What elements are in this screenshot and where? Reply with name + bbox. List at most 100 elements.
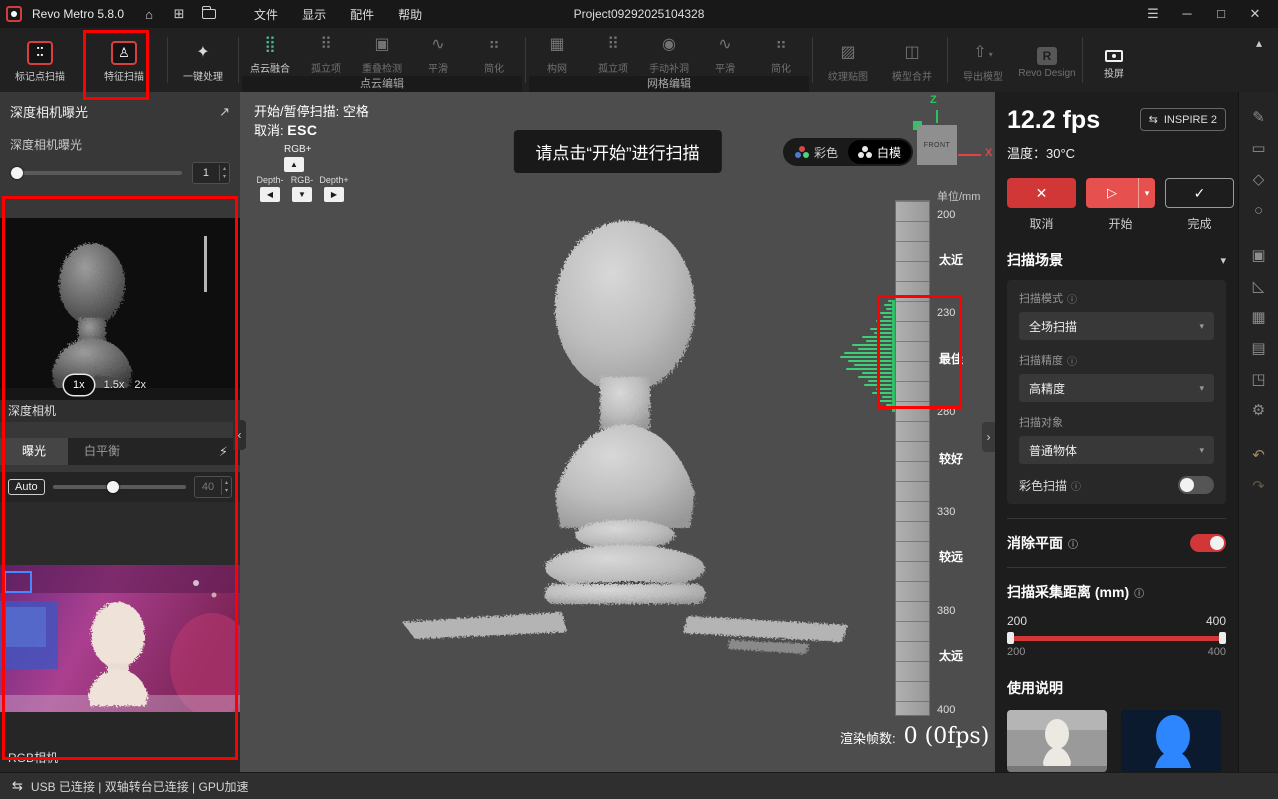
mesh-fill-hole-button[interactable]: ◉ 手动补洞 xyxy=(641,30,697,75)
undo-icon[interactable]: ↶ xyxy=(1252,448,1265,464)
usage-model-thumbnail[interactable] xyxy=(1121,710,1221,772)
toggle-color-option[interactable]: 彩色 xyxy=(785,140,848,164)
rgb-exposure-knob[interactable] xyxy=(107,481,119,493)
scan-mode-select[interactable]: 全场扫描 ▾ xyxy=(1019,312,1214,340)
dpad-down-label: RGB- xyxy=(291,175,314,185)
spinner-up-icon[interactable]: ▴ xyxy=(222,479,231,487)
scan-object-select[interactable]: 普通物体 ▾ xyxy=(1019,436,1214,464)
dpad-down-button[interactable]: ▼ xyxy=(292,187,312,202)
pc-fusion-button[interactable]: ⣿ 点云融合 xyxy=(242,30,298,75)
one-click-process-button[interactable]: ✦ 一键处理 xyxy=(171,38,235,83)
tune-icon[interactable]: ☰ xyxy=(1136,0,1170,28)
hint-start: 开始/暂停扫描: 空格 xyxy=(254,102,369,121)
dpad-up-button[interactable]: ▲ xyxy=(284,157,304,172)
marker-scan-button[interactable]: ⠭ 标记点扫描 xyxy=(8,38,72,83)
auto-exposure-button[interactable]: Auto xyxy=(8,479,45,495)
select-arrow-icon: ▾ xyxy=(1199,321,1204,332)
view-cube[interactable]: FRONT xyxy=(917,125,957,165)
cancel-scan-button[interactable]: ✕ xyxy=(1007,178,1076,208)
distance-track[interactable] xyxy=(1007,632,1226,644)
collapse-left-panel-handle[interactable]: ‹ xyxy=(233,420,246,450)
mesh-simplify-button[interactable]: ⠶ 简化 xyxy=(753,30,809,75)
close-button[interactable]: ✕ xyxy=(1238,0,1272,28)
spinner-down-icon[interactable]: ▾ xyxy=(220,173,229,181)
revo-design-button[interactable]: R Revo Design xyxy=(1015,41,1079,79)
spinner-down-icon[interactable]: ▾ xyxy=(222,487,231,495)
info-icon: ⓘ xyxy=(1067,353,1077,368)
device-badge[interactable]: ⇆ INSPIRE 2 xyxy=(1140,108,1226,131)
clipboard-icon[interactable]: ▤ xyxy=(1251,341,1265,357)
pc-simplify-button[interactable]: ⠶ 简化 xyxy=(466,30,522,75)
maximize-button[interactable]: □ xyxy=(1204,0,1238,28)
hist-zone: 较好 xyxy=(939,450,979,467)
redo-icon[interactable]: ↷ xyxy=(1252,479,1265,495)
pc-smooth-button[interactable]: ∿ 平滑 xyxy=(410,30,466,75)
depth-exposure-knob[interactable] xyxy=(11,167,23,179)
model-merge-button[interactable]: ◫ 模型合并 xyxy=(880,38,944,83)
texture-map-button[interactable]: ▨ 纹理贴图 xyxy=(816,38,880,83)
menu-display[interactable]: 显示 xyxy=(290,2,338,27)
pc-overlap-button[interactable]: ▣ 重叠检测 xyxy=(354,30,410,75)
zoom-1x-button[interactable]: 1x xyxy=(64,375,94,395)
scan-scene-title: 扫描场景 xyxy=(1007,250,1063,270)
collapse-right-panel-handle[interactable]: › xyxy=(982,422,995,452)
viewport-3d[interactable]: 开始/暂停扫描: 空格 取消: ESC RGB+ ▲ Depth- ◀ RGB-… xyxy=(240,92,995,772)
mesh-build-button[interactable]: ▦ 构网 xyxy=(529,30,585,75)
home-icon[interactable]: ⌂ xyxy=(136,3,162,25)
tab-white-balance[interactable]: 白平衡 xyxy=(68,438,136,465)
menu-file[interactable]: 文件 xyxy=(242,2,290,27)
usage-photo-thumbnail[interactable] xyxy=(1007,710,1107,772)
tab-exposure[interactable]: 曝光 xyxy=(0,438,68,465)
crop-plane-icon[interactable]: ▣ xyxy=(1251,248,1265,264)
start-scan-button[interactable]: ▷ ▾ xyxy=(1086,178,1155,208)
scan-accuracy-select[interactable]: 高精度 ▾ xyxy=(1019,374,1214,402)
popout-icon[interactable]: ↗ xyxy=(219,104,230,120)
toggle-white-option[interactable]: 白模 xyxy=(848,140,911,164)
start-label: 开始 xyxy=(1108,215,1132,232)
complete-scan-button[interactable]: ✓ xyxy=(1165,178,1234,208)
render-frames-label: 渲染帧数: xyxy=(840,728,896,747)
minimize-button[interactable]: ─ xyxy=(1170,0,1204,28)
distance-min-handle[interactable] xyxy=(1007,632,1014,644)
menu-accessories[interactable]: 配件 xyxy=(338,2,386,27)
rgb-exposure-controls: Auto 40 ▴ ▾ xyxy=(0,472,240,502)
lasso-select-icon[interactable]: ✎ xyxy=(1252,110,1265,126)
spinner-up-icon[interactable]: ▴ xyxy=(220,165,229,173)
texture-edit-icon[interactable]: ▦ xyxy=(1251,310,1265,326)
rgb-exposure-slider[interactable] xyxy=(53,485,186,489)
turntable-settings-icon[interactable]: ⚙ xyxy=(1252,403,1265,419)
color-scan-toggle[interactable] xyxy=(1178,476,1214,494)
duplicate-icon[interactable]: ◳ xyxy=(1251,372,1265,388)
menu-help[interactable]: 帮助 xyxy=(386,2,434,27)
toolbar-collapse-icon[interactable]: ▴ xyxy=(1240,28,1278,58)
complete-label: 完成 xyxy=(1187,215,1211,232)
remove-plane-toggle[interactable] xyxy=(1190,534,1226,552)
shortcut-hints: 开始/暂停扫描: 空格 取消: ESC xyxy=(254,102,369,140)
scan-settings-panel: 12.2 fps ⇆ INSPIRE 2 温度：30°C ✕ 取消 ▷ ▾ 开始… xyxy=(995,92,1238,772)
scan-scene-card: 扫描模式 ⓘ 全场扫描 ▾ 扫描精度 ⓘ 高精度 ▾ 扫描对象 普通物体 ▾ 彩… xyxy=(1007,280,1226,504)
feature-scan-button[interactable]: ♙ 特征扫描 xyxy=(92,38,156,83)
rect-select-icon[interactable]: ▭ xyxy=(1251,141,1265,157)
start-more-icon[interactable]: ▾ xyxy=(1138,178,1155,208)
mesh-isolated-button[interactable]: ⠿ 孤立项 xyxy=(585,30,641,75)
ellipse-select-icon[interactable]: ○ xyxy=(1254,203,1263,219)
cast-screen-button[interactable]: 投屏 xyxy=(1086,41,1142,80)
mesh-build-icon: ▦ xyxy=(549,33,564,57)
pc-isolated-button[interactable]: ⠿ 孤立项 xyxy=(298,30,354,75)
exposure-dpad: RGB+ ▲ Depth- ◀ RGB- ▼ Depth+ ▶ xyxy=(254,144,354,202)
new-project-icon[interactable]: ⊞ xyxy=(166,3,192,25)
export-model-icon: ⇧▾ xyxy=(973,41,992,65)
distance-max-handle[interactable] xyxy=(1219,632,1226,644)
zoom-2x-button[interactable]: 2x xyxy=(134,375,146,395)
mesh-smooth-button[interactable]: ∿ 平滑 xyxy=(697,30,753,75)
window-controls: ☰ ─ □ ✕ xyxy=(1136,0,1272,28)
triangle-cut-icon[interactable]: ◺ xyxy=(1253,279,1265,295)
open-folder-icon[interactable] xyxy=(196,3,222,25)
export-model-button[interactable]: ⇧▾ 导出模型 xyxy=(951,38,1015,83)
zoom-1-5x-button[interactable]: 1.5x xyxy=(104,375,125,395)
dpad-left-button[interactable]: ◀ xyxy=(260,187,280,202)
depth-exposure-slider[interactable] xyxy=(10,171,182,175)
dpad-right-button[interactable]: ▶ xyxy=(324,187,344,202)
polygon-select-icon[interactable]: ◇ xyxy=(1253,172,1265,188)
scan-scene-header[interactable]: 扫描场景 ▾ xyxy=(1007,250,1226,270)
